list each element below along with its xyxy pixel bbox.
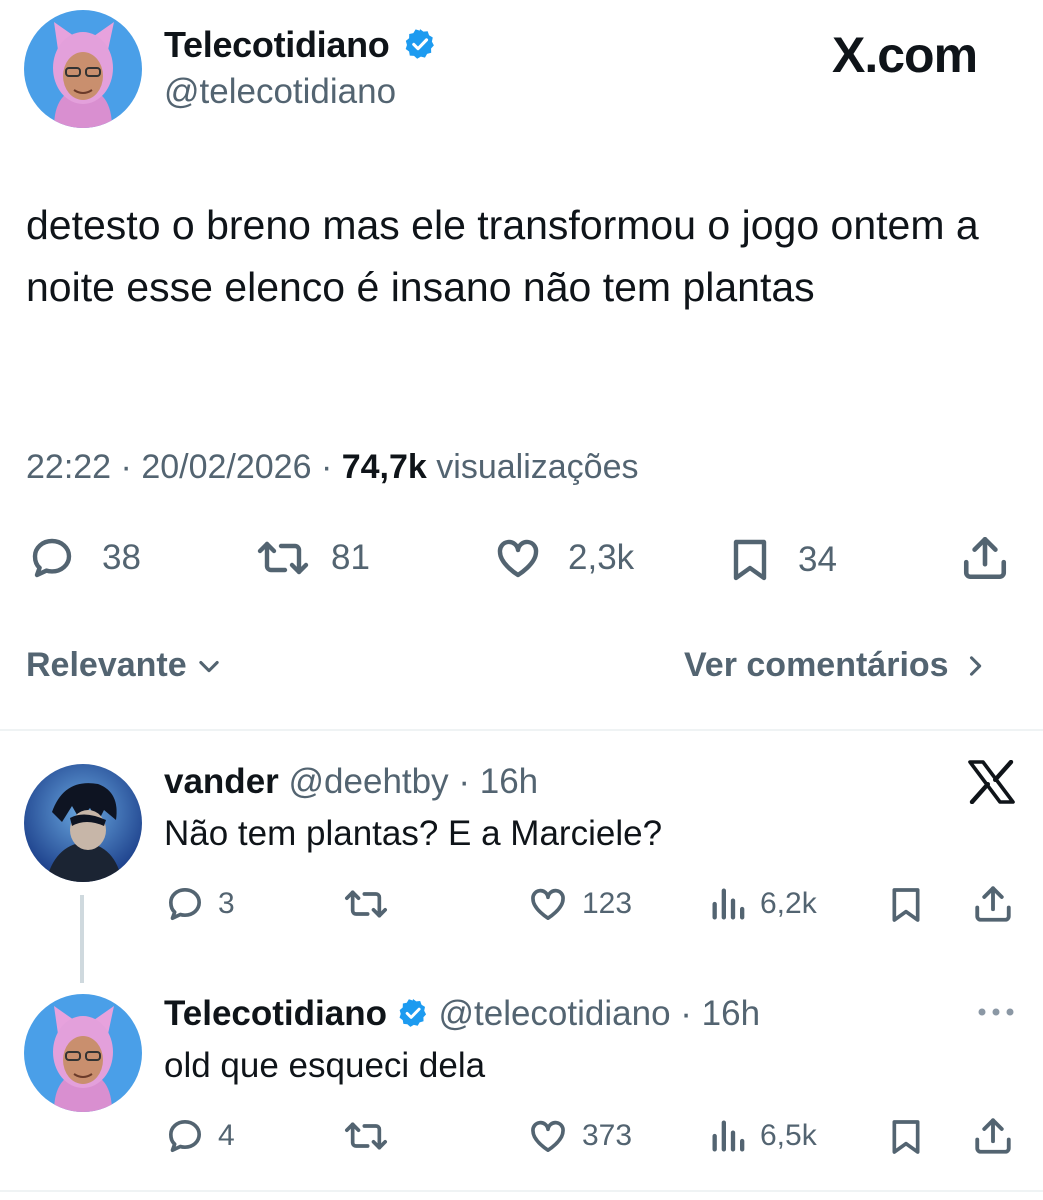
reply-share-button[interactable]	[972, 882, 1014, 926]
verified-badge-icon	[405, 29, 435, 60]
share-icon	[975, 886, 1011, 922]
retweet-count: 81	[331, 538, 370, 577]
section-divider	[0, 729, 1043, 731]
reply-share-button[interactable]	[972, 1114, 1014, 1158]
views-label: visualizações	[436, 448, 639, 486]
bookmark-count: 34	[798, 540, 837, 579]
meta-separator: ·	[320, 448, 333, 486]
thread-connector	[80, 895, 84, 983]
views-icon	[712, 888, 745, 920]
reply-reply-count: 4	[218, 1119, 235, 1152]
reply-header: vander @deehtby · 16h	[164, 762, 538, 802]
tweet-date[interactable]: 20/02/2026	[141, 448, 311, 486]
author-name[interactable]: Telecotidiano	[164, 24, 390, 65]
reply-count: 38	[102, 538, 141, 577]
reply-icon	[32, 538, 72, 578]
reply-author-name[interactable]: vander	[164, 762, 279, 801]
reply-header: Telecotidiano @telecotidiano · 16h	[164, 994, 760, 1034]
reply-text: Não tem plantas? E a Marciele?	[164, 814, 663, 853]
meta-separator: ·	[120, 448, 132, 486]
reply-author-handle[interactable]: @telecotidiano	[438, 994, 670, 1033]
bottom-divider	[0, 1190, 1043, 1192]
chevron-down-icon	[198, 660, 219, 672]
sort-label: Relevante	[26, 646, 187, 684]
like-icon	[531, 1120, 565, 1152]
reply-avatar-telecotidiano[interactable]	[24, 994, 142, 1112]
reply-time[interactable]: · 16h	[680, 994, 760, 1033]
reply-author-handle[interactable]: @deehtby	[289, 762, 449, 801]
reply-like-count: 373	[582, 1119, 633, 1152]
reply-retweet-button[interactable]	[342, 884, 390, 924]
reply-retweet-button[interactable]	[342, 1116, 390, 1156]
reply-like-button[interactable]: 373	[526, 1116, 632, 1156]
share-icon	[963, 536, 1007, 580]
reply-reply-button[interactable]: 4	[164, 1116, 235, 1156]
reply-bookmark-button[interactable]	[886, 1116, 926, 1158]
reply-avatar-vander[interactable]	[24, 764, 142, 882]
reply-like-count: 123	[582, 887, 633, 920]
verified-badge-icon	[399, 998, 426, 1027]
reply-views-count: 6,2k	[760, 887, 817, 920]
sort-selector[interactable]: Relevante	[26, 646, 223, 685]
reply-bookmark-button[interactable]	[886, 884, 926, 926]
reply-reply-count: 3	[218, 887, 235, 920]
reply-views-count: 6,5k	[760, 1119, 817, 1152]
tweet-meta: 22:22 · 20/02/2026 · 74,7k visualizações	[26, 448, 639, 487]
reply-views-button[interactable]: 6,2k	[708, 884, 817, 924]
x-com-brand: X.com	[832, 27, 978, 83]
views-icon	[712, 1120, 745, 1152]
reply-author-name[interactable]: Telecotidiano	[164, 994, 387, 1033]
like-icon	[531, 888, 565, 920]
reply-views-button[interactable]: 6,5k	[708, 1116, 817, 1156]
tweet-time[interactable]: 22:22	[26, 448, 111, 486]
reply-icon	[169, 1120, 202, 1152]
views-count: 74,7k	[341, 448, 427, 486]
reply-button[interactable]: 38	[26, 534, 141, 582]
like-button[interactable]: 2,3k	[492, 534, 634, 582]
bookmark-icon	[892, 888, 920, 922]
like-icon	[497, 539, 539, 578]
bookmark-button[interactable]: 34	[726, 534, 837, 586]
retweet-icon	[345, 1122, 387, 1150]
author-name-row[interactable]: Telecotidiano	[164, 24, 437, 66]
author-handle[interactable]: @telecotidiano	[164, 72, 396, 112]
see-comments-link[interactable]: Ver comentários	[684, 646, 989, 685]
like-count: 2,3k	[568, 538, 635, 577]
retweet-button[interactable]: 81	[255, 534, 370, 582]
author-avatar[interactable]	[24, 10, 142, 128]
reply-like-button[interactable]: 123	[526, 884, 632, 924]
bookmark-icon	[892, 1120, 920, 1154]
share-button[interactable]	[960, 532, 1010, 584]
x-logo-icon	[968, 760, 1015, 804]
retweet-icon	[257, 541, 309, 575]
reply-time[interactable]: · 16h	[458, 762, 538, 801]
reply-text: old que esqueci dela	[164, 1046, 486, 1085]
reply-icon	[169, 888, 202, 920]
retweet-icon	[345, 890, 387, 918]
share-icon	[975, 1118, 1011, 1154]
more-icon[interactable]	[976, 1006, 1016, 1018]
chevron-right-icon	[969, 655, 981, 676]
tweet-text: detesto o breno mas ele transformou o jo…	[26, 202, 979, 310]
reply-reply-button[interactable]: 3	[164, 884, 235, 924]
see-comments-label: Ver comentários	[684, 646, 949, 684]
bookmark-icon	[733, 539, 767, 581]
